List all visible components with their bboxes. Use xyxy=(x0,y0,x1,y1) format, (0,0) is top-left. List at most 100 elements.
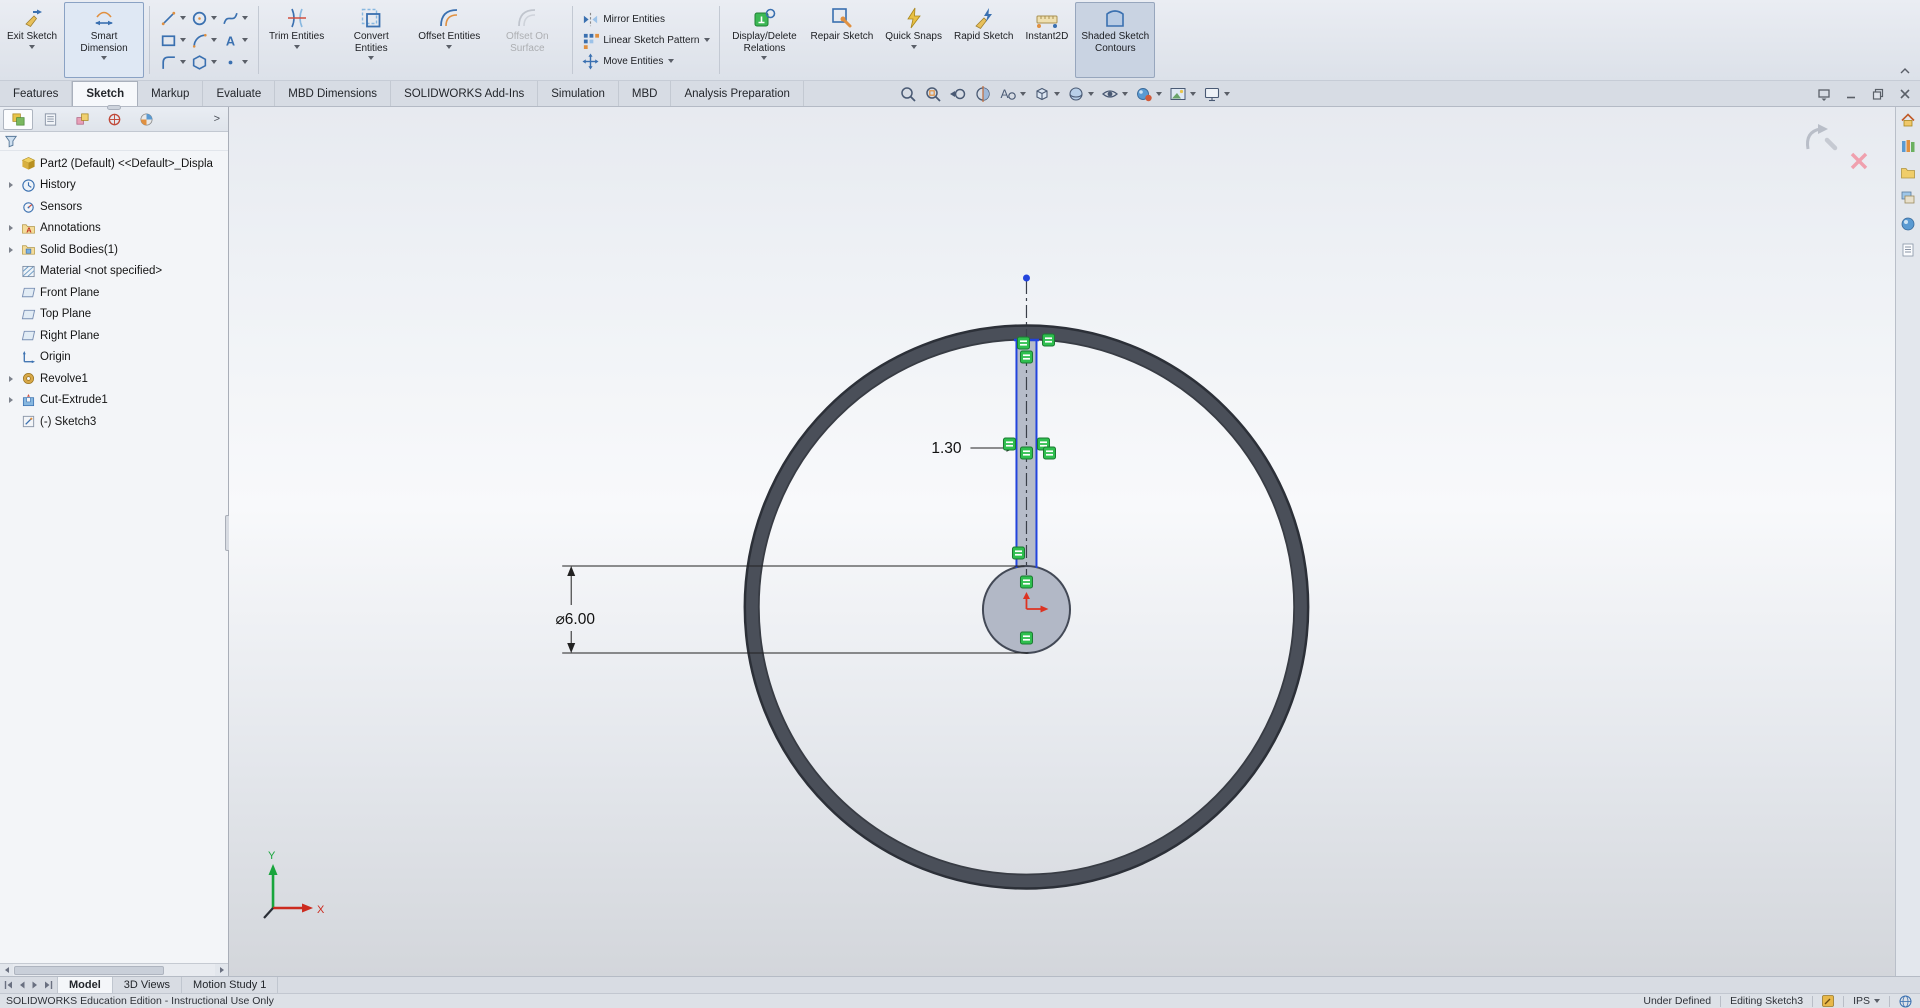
line-tool[interactable] xyxy=(160,9,186,28)
tree-item-history[interactable]: History xyxy=(0,175,228,197)
chevron-down-icon[interactable] xyxy=(668,59,674,63)
filter-funnel-icon[interactable] xyxy=(4,134,19,149)
relation-icon[interactable] xyxy=(1043,447,1055,459)
section-view-button[interactable] xyxy=(974,85,992,103)
view-settings-button[interactable] xyxy=(1203,85,1230,103)
linear-sketch-pattern-button[interactable]: Linear Sketch Pattern xyxy=(582,31,710,49)
zoom-to-fit-button[interactable] xyxy=(899,85,917,103)
slot-width-dimension-text[interactable]: 1.30 xyxy=(931,440,962,457)
tab-simulation[interactable]: Simulation xyxy=(538,81,619,106)
shaded-sketch-contours-button[interactable]: Shaded Sketch Contours xyxy=(1075,2,1155,78)
rectangle-tool[interactable] xyxy=(160,31,186,50)
chevron-down-icon[interactable] xyxy=(446,45,452,49)
unit-system-selector[interactable]: IPS xyxy=(1853,995,1880,1007)
tree-item-part-root[interactable]: Part2 (Default) <<Default>_Displa xyxy=(0,153,228,175)
tab-markup[interactable]: Markup xyxy=(138,81,203,106)
dimxpertmanager-tab[interactable] xyxy=(99,109,129,130)
design-library-icon[interactable] xyxy=(1900,138,1916,154)
chevron-down-icon[interactable] xyxy=(704,38,710,42)
chevron-down-icon[interactable] xyxy=(242,16,248,20)
rapid-sketch-button[interactable]: Rapid Sketch xyxy=(949,2,1018,78)
options-icon[interactable] xyxy=(1817,87,1831,101)
display-delete-relations-button[interactable]: Display/Delete Relations xyxy=(725,2,803,78)
chevron-down-icon[interactable] xyxy=(761,56,767,60)
repair-sketch-button[interactable]: Repair Sketch xyxy=(805,2,878,78)
tab-evaluate[interactable]: Evaluate xyxy=(203,81,275,106)
expand-arrow-icon[interactable] xyxy=(5,376,17,382)
chevron-down-icon[interactable] xyxy=(1224,92,1230,96)
panel-tabs-overflow-button[interactable]: > xyxy=(209,113,225,125)
tree-item-origin[interactable]: Origin xyxy=(0,347,228,369)
view-palette-icon[interactable] xyxy=(1900,190,1916,206)
graphics-scene[interactable]: ⌀6.00 1.30 xyxy=(229,107,1895,976)
relation-icon[interactable] xyxy=(1020,447,1032,459)
chevron-down-icon[interactable] xyxy=(1122,92,1128,96)
previous-tab-button[interactable] xyxy=(17,980,27,990)
instant2d-button[interactable]: Instant2D xyxy=(1020,2,1073,78)
minimize-button[interactable] xyxy=(1844,87,1858,101)
tab-mbd-dimensions[interactable]: MBD Dimensions xyxy=(275,81,391,106)
relation-icon[interactable] xyxy=(1003,438,1015,450)
tree-item-front-plane[interactable]: Front Plane xyxy=(0,282,228,304)
mirror-entities-button[interactable]: Mirror Entities xyxy=(582,10,710,28)
trim-entities-button[interactable]: Trim Entities xyxy=(264,2,329,78)
relation-icon[interactable] xyxy=(1020,576,1032,588)
dynamic-annotation-views-button[interactable]: A xyxy=(999,85,1026,103)
scroll-left-button[interactable] xyxy=(0,964,13,976)
tab-mbd[interactable]: MBD xyxy=(619,81,672,106)
displaymanager-tab[interactable] xyxy=(131,109,161,130)
appearances-scenes-icon[interactable] xyxy=(1900,216,1916,232)
tab-motion-study-1[interactable]: Motion Study 1 xyxy=(182,977,278,993)
chevron-down-icon[interactable] xyxy=(242,60,248,64)
expand-arrow-icon[interactable] xyxy=(5,182,17,188)
chevron-down-icon[interactable] xyxy=(180,60,186,64)
edit-appearance-button[interactable] xyxy=(1135,85,1162,103)
chevron-down-icon[interactable] xyxy=(242,38,248,42)
smart-dimension-button[interactable]: Smart Dimension xyxy=(64,2,144,78)
solidworks-resources-icon[interactable] xyxy=(1900,112,1916,128)
chevron-down-icon[interactable] xyxy=(211,60,217,64)
relation-icon[interactable] xyxy=(1042,334,1054,346)
offset-entities-button[interactable]: Offset Entities xyxy=(413,2,485,78)
collapse-ribbon-button[interactable] xyxy=(1898,64,1912,76)
display-style-button[interactable] xyxy=(1067,85,1094,103)
circle-tool[interactable] xyxy=(191,9,217,28)
scrollbar-thumb[interactable] xyxy=(14,966,164,975)
chevron-down-icon[interactable] xyxy=(1088,92,1094,96)
panel-horizontal-scrollbar[interactable] xyxy=(0,963,228,976)
restore-button[interactable] xyxy=(1871,87,1885,101)
configurationmanager-tab[interactable] xyxy=(67,109,97,130)
scroll-right-button[interactable] xyxy=(215,964,228,976)
tab-features[interactable]: Features xyxy=(0,81,72,106)
chevron-down-icon[interactable] xyxy=(101,56,107,60)
tab-model[interactable]: Model xyxy=(58,977,113,993)
zoom-to-area-button[interactable] xyxy=(924,85,942,103)
diameter-dimension[interactable]: ⌀6.00 xyxy=(555,566,1028,653)
custom-properties-icon[interactable] xyxy=(1900,242,1916,258)
arc-tool[interactable] xyxy=(191,31,217,50)
tab-sketch[interactable]: Sketch xyxy=(72,81,138,106)
chevron-down-icon[interactable] xyxy=(1190,92,1196,96)
diameter-dimension-text[interactable]: ⌀6.00 xyxy=(555,611,595,628)
first-tab-button[interactable] xyxy=(4,980,14,990)
chevron-down-icon[interactable] xyxy=(180,38,186,42)
last-tab-button[interactable] xyxy=(43,980,53,990)
relation-icon[interactable] xyxy=(1012,547,1024,559)
file-explorer-icon[interactable] xyxy=(1900,164,1916,180)
panel-collapse-handle[interactable] xyxy=(107,105,121,110)
tree-item-right-plane[interactable]: Right Plane xyxy=(0,325,228,347)
featuremanager-tab[interactable] xyxy=(3,109,33,130)
tree-item-revolve1[interactable]: Revolve1 xyxy=(0,368,228,390)
chevron-down-icon[interactable] xyxy=(911,45,917,49)
sketch-endpoint[interactable] xyxy=(1023,275,1030,282)
chevron-down-icon[interactable] xyxy=(294,45,300,49)
chevron-down-icon[interactable] xyxy=(211,38,217,42)
relation-icon[interactable] xyxy=(1017,337,1029,349)
next-tab-button[interactable] xyxy=(30,980,40,990)
move-entities-button[interactable]: Move Entities xyxy=(582,52,710,70)
tree-item-sensors[interactable]: Sensors xyxy=(0,196,228,218)
tree-item-sketch3[interactable]: (-) Sketch3 xyxy=(0,411,228,433)
tab-solidworks-add-ins[interactable]: SOLIDWORKS Add-Ins xyxy=(391,81,538,106)
confirmation-cancel-icon[interactable] xyxy=(1849,151,1869,171)
expand-arrow-icon[interactable] xyxy=(5,225,17,231)
